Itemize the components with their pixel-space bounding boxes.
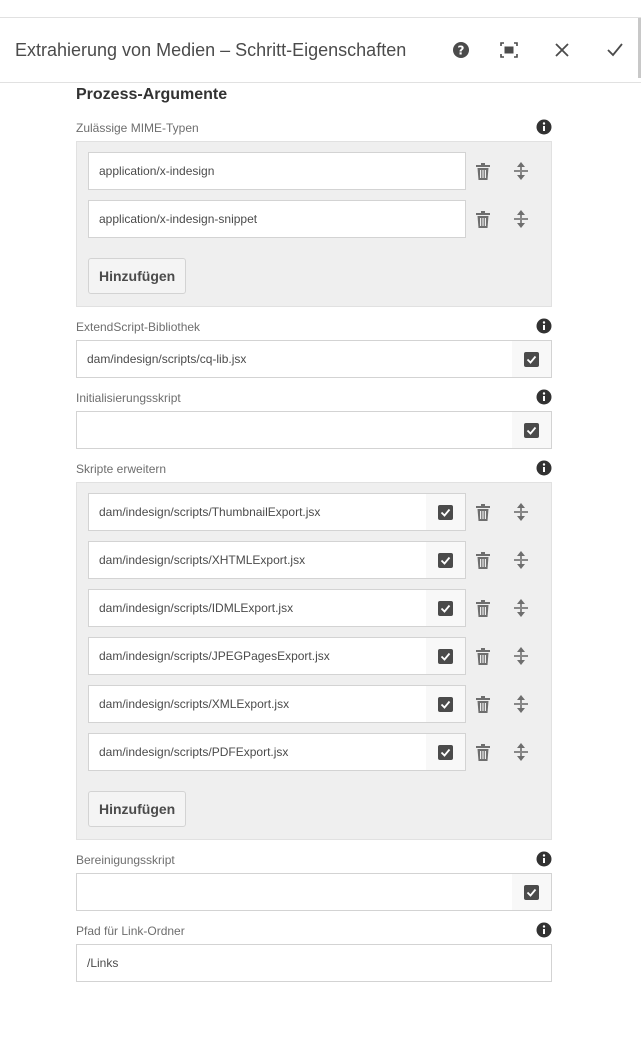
script-path-input[interactable]: dam/indesign/scripts/XHTMLExport.jsx [88,541,427,579]
script-row: dam/indesign/scripts/XMLExport.jsx [88,685,533,723]
path-picker-button[interactable] [512,411,552,449]
trash-icon[interactable] [473,646,493,666]
links-folder-input[interactable]: /Links [76,944,552,982]
svg-text:?: ? [458,44,465,58]
init-script-input[interactable] [76,411,513,449]
reorder-icon[interactable] [511,742,531,762]
dialog-title: Extrahierung von Medien – Schritt-Eigens… [15,40,407,60]
script-path-input[interactable]: dam/indesign/scripts/XMLExport.jsx [88,685,427,723]
script-row: dam/indesign/scripts/XHTMLExport.jsx [88,541,533,579]
cleanup-script-field [76,873,552,911]
info-icon[interactable] [536,922,552,938]
script-row: dam/indesign/scripts/PDFExport.jsx [88,733,533,771]
info-icon[interactable] [536,119,552,135]
fullscreen-icon[interactable] [497,38,521,62]
reorder-icon[interactable] [511,161,531,181]
path-picker-button[interactable] [512,340,552,378]
mime-type-input[interactable]: application/x-indesign-snippet [88,200,466,238]
reorder-icon[interactable] [511,694,531,714]
mime-types-multifield: application/x-indesign application/x-ind… [76,141,552,307]
path-picker-button[interactable] [426,541,466,579]
path-picker-button[interactable] [426,685,466,723]
script-path-input[interactable]: dam/indesign/scripts/JPEGPagesExport.jsx [88,637,427,675]
trash-icon[interactable] [473,694,493,714]
reorder-icon[interactable] [511,550,531,570]
info-icon[interactable] [536,460,552,476]
trash-icon[interactable] [473,550,493,570]
script-row: dam/indesign/scripts/ThumbnailExport.jsx [88,493,533,531]
script-path-input[interactable]: dam/indesign/scripts/PDFExport.jsx [88,733,427,771]
path-picker-button[interactable] [426,733,466,771]
close-icon[interactable] [550,38,574,62]
info-icon[interactable] [536,851,552,867]
script-row: dam/indesign/scripts/JPEGPagesExport.jsx [88,637,533,675]
path-picker-button[interactable] [426,637,466,675]
trash-icon[interactable] [473,598,493,618]
help-icon[interactable]: ? [449,38,473,62]
init-script-field [76,411,552,449]
trash-icon[interactable] [473,209,493,229]
extendscript-field: dam/indesign/scripts/cq-lib.jsx [76,340,552,378]
top-bar [0,0,641,18]
links-folder-label: Pfad für Link-Ordner [76,924,185,938]
mime-type-input[interactable]: application/x-indesign [88,152,466,190]
trash-icon[interactable] [473,742,493,762]
mime-types-label: Zulässige MIME-Typen [76,121,199,135]
trash-icon[interactable] [473,502,493,522]
cleanup-script-input[interactable] [76,873,513,911]
info-icon[interactable] [536,389,552,405]
done-check-icon[interactable] [603,38,627,62]
init-script-label: Initialisierungsskript [76,391,181,405]
mime-type-row: application/x-indesign-snippet [88,200,533,238]
extend-scripts-multifield: dam/indesign/scripts/ThumbnailExport.jsx… [76,482,552,840]
path-picker-button[interactable] [426,493,466,531]
reorder-icon[interactable] [511,598,531,618]
script-row: dam/indesign/scripts/IDMLExport.jsx [88,589,533,627]
add-script-button[interactable]: Hinzufügen [88,791,187,827]
path-picker-button[interactable] [512,873,552,911]
reorder-icon[interactable] [511,502,531,522]
script-path-input[interactable]: dam/indesign/scripts/ThumbnailExport.jsx [88,493,427,531]
path-picker-button[interactable] [426,589,466,627]
cleanup-script-label: Bereinigungsskript [76,853,175,867]
dialog-header: Extrahierung von Medien – Schritt-Eigens… [0,18,641,83]
extendscript-label: ExtendScript-Bibliothek [76,320,201,334]
script-path-input[interactable]: dam/indesign/scripts/IDMLExport.jsx [88,589,427,627]
extend-scripts-label: Skripte erweitern [76,462,167,476]
section-title: Prozess-Argumente [76,86,228,103]
trash-icon[interactable] [473,161,493,181]
add-mime-type-button[interactable]: Hinzufügen [88,258,187,294]
reorder-icon[interactable] [511,646,531,666]
extendscript-input[interactable]: dam/indesign/scripts/cq-lib.jsx [76,340,513,378]
info-icon[interactable] [536,318,552,334]
reorder-icon[interactable] [511,209,531,229]
mime-type-row: application/x-indesign [88,152,533,190]
